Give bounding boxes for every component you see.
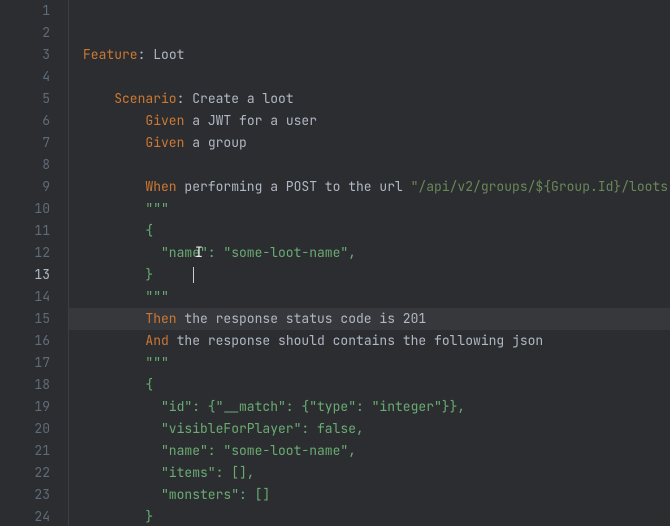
docstring-body: """ — [145, 200, 168, 217]
gherkin-keyword: Scenario — [114, 90, 176, 107]
code-line[interactable]: "id": {"__match": {"type": "integer"}}, — [69, 396, 670, 418]
code-line[interactable]: Given a JWT for a user — [69, 110, 670, 132]
line-number: 8 — [0, 154, 68, 176]
docstring-body: } — [145, 508, 153, 525]
separator: : — [138, 46, 154, 63]
code-line[interactable]: Given a group — [69, 132, 670, 154]
step-text: Loot — [153, 46, 184, 63]
code-line[interactable] — [69, 66, 670, 88]
line-number: 1 — [0, 0, 68, 22]
line-number-gutter: 1234567891011121314151617181920212223242… — [0, 0, 69, 526]
code-line[interactable]: """ — [69, 198, 670, 220]
code-editor[interactable]: 1234567891011121314151617181920212223242… — [0, 0, 670, 526]
code-line[interactable]: Scenario: Create a loot — [69, 88, 670, 110]
docstring-body: "name": "some-loot-name", — [145, 442, 356, 459]
separator: : — [177, 90, 193, 107]
docstring-body: """ — [145, 354, 168, 371]
code-line[interactable]: """ — [69, 352, 670, 374]
gherkin-keyword: When — [145, 178, 176, 195]
line-number: 7 — [0, 132, 68, 154]
line-number: 22 — [0, 462, 68, 484]
step-text: the response status code is 201 — [177, 310, 427, 327]
line-number: 16 — [0, 330, 68, 352]
line-number: 10 — [0, 198, 68, 220]
code-line[interactable]: When performing a POST to the url "/api/… — [69, 176, 670, 198]
docstring-body: { — [145, 376, 153, 393]
step-text: Create a loot — [192, 90, 293, 107]
code-line[interactable]: "name": "some-loot-name", — [69, 242, 670, 264]
step-text: a JWT for a user — [184, 112, 317, 129]
code-line[interactable] — [69, 154, 670, 176]
line-number: 5 — [0, 88, 68, 110]
code-line[interactable]: } — [69, 264, 670, 286]
step-text: performing a POST to the url — [177, 178, 411, 195]
line-number: 20 — [0, 418, 68, 440]
code-line[interactable]: "visibleForPlayer": false, — [69, 418, 670, 440]
code-line[interactable]: "monsters": [] — [69, 484, 670, 506]
line-number: 12 — [0, 242, 68, 264]
line-number: 2 — [0, 22, 68, 44]
code-line[interactable]: { — [69, 374, 670, 396]
step-text: the response should contains the followi… — [169, 332, 543, 349]
code-line[interactable]: Then the response status code is 201 — [69, 308, 670, 330]
line-number: 19 — [0, 396, 68, 418]
line-number: 13 — [0, 264, 68, 286]
code-line[interactable]: "name": "some-loot-name", — [69, 440, 670, 462]
docstring-body: "monsters": [] — [145, 486, 270, 503]
docstring-body: """ — [145, 288, 168, 305]
code-line[interactable]: { — [69, 220, 670, 242]
line-number: 14 — [0, 286, 68, 308]
docstring-body: "items": [], — [145, 464, 254, 481]
code-line[interactable]: "items": [], — [69, 462, 670, 484]
docstring-body: { — [145, 222, 153, 239]
step-text: a group — [184, 134, 246, 151]
line-number: 17 — [0, 352, 68, 374]
line-number: 21 — [0, 440, 68, 462]
string-literal: "/api/v2/groups/${Group.Id}/loots" — [411, 178, 670, 195]
line-number: 6 — [0, 110, 68, 132]
gherkin-keyword: Given — [145, 112, 184, 129]
code-area[interactable]: Feature: Loot Scenario: Create a loot Gi… — [69, 0, 670, 526]
line-number: 15 — [0, 308, 68, 330]
code-line[interactable]: } — [69, 506, 670, 526]
docstring-body: "name": "some-loot-name", — [145, 244, 356, 261]
line-number: 4 — [0, 66, 68, 88]
gherkin-keyword: Then — [145, 310, 176, 327]
code-line[interactable]: And the response should contains the fol… — [69, 330, 670, 352]
gherkin-keyword: Feature — [83, 46, 138, 63]
line-number: 11 — [0, 220, 68, 242]
line-number: 23 — [0, 484, 68, 506]
gherkin-keyword: And — [145, 332, 168, 349]
docstring-body: "visibleForPlayer": false, — [145, 420, 363, 437]
line-number: 18 — [0, 374, 68, 396]
code-line[interactable]: """ — [69, 286, 670, 308]
line-number: 9 — [0, 176, 68, 198]
docstring-body: "id": {"__match": {"type": "integer"}}, — [145, 398, 465, 415]
line-number: 3 — [0, 44, 68, 66]
docstring-body: } — [145, 266, 153, 283]
gherkin-keyword: Given — [145, 134, 184, 151]
code-line[interactable]: Feature: Loot — [69, 44, 670, 66]
line-number: 24 — [0, 506, 68, 526]
